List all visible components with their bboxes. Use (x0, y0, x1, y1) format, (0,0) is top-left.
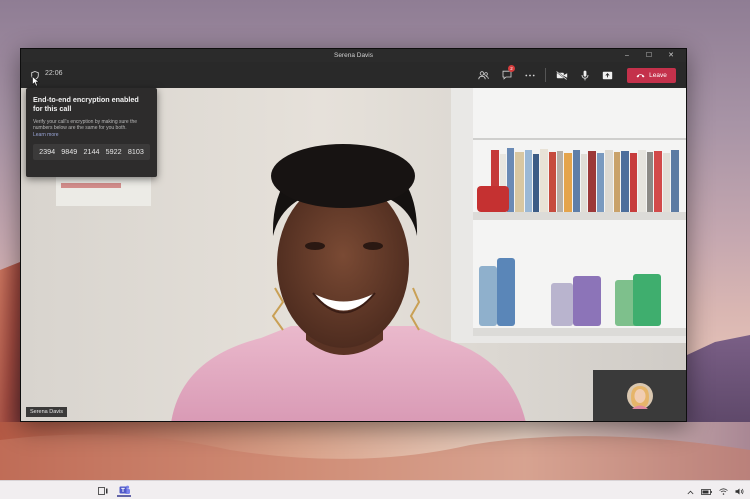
encryption-description: Verify your call's encryption by making … (33, 119, 138, 132)
battery-icon[interactable] (701, 482, 712, 499)
leave-button[interactable]: Leave (627, 67, 676, 83)
learn-more-link[interactable]: Learn more (33, 132, 150, 138)
encryption-title: End-to-end encryption enabled for this c… (33, 95, 139, 113)
close-button[interactable]: ✕ (660, 49, 682, 62)
camera-off-icon[interactable] (550, 66, 573, 84)
maximize-button[interactable]: ☐ (638, 49, 660, 62)
minimize-button[interactable]: – (616, 49, 638, 62)
verification-code: 8103 (127, 147, 144, 157)
title-bar: Serena Davis – ☐ ✕ (21, 49, 686, 62)
verification-codes: 2394 9849 2144 5922 8103 (33, 143, 150, 160)
taskbar (0, 480, 750, 499)
toolbar-divider (545, 68, 546, 82)
network-icon[interactable] (719, 482, 728, 499)
participants-icon[interactable] (472, 66, 495, 84)
phone-icon (636, 73, 645, 77)
chevron-up-icon[interactable] (687, 482, 694, 499)
volume-icon[interactable] (735, 482, 744, 499)
verification-code: 2394 (39, 147, 56, 157)
microphone-icon[interactable] (573, 66, 596, 84)
call-timer: 22:06 (45, 70, 63, 77)
teams-taskbar-icon[interactable] (117, 484, 131, 497)
verification-code: 2144 (83, 147, 100, 157)
window-title: Serena Davis (333, 52, 374, 59)
share-icon[interactable] (596, 66, 619, 84)
more-icon[interactable] (518, 66, 541, 84)
call-toolbar: 22:06 2 Leave (21, 62, 686, 88)
self-view-tile[interactable] (593, 370, 686, 421)
self-avatar (626, 383, 653, 409)
task-view-icon[interactable] (96, 484, 110, 497)
call-controls: 2 Leave (472, 65, 676, 84)
chat-badge: 2 (508, 65, 515, 72)
leave-label: Leave (649, 71, 667, 79)
window-controls: – ☐ ✕ (616, 49, 682, 62)
encryption-popover: End-to-end encryption enabled for this c… (26, 88, 157, 177)
participant-name-tag: Serena Davis (26, 407, 68, 417)
system-tray (687, 484, 750, 497)
mouse-cursor-icon (32, 76, 40, 87)
verification-code: 9849 (61, 147, 78, 157)
chat-icon[interactable]: 2 (495, 65, 518, 84)
verification-code: 5922 (105, 147, 122, 157)
